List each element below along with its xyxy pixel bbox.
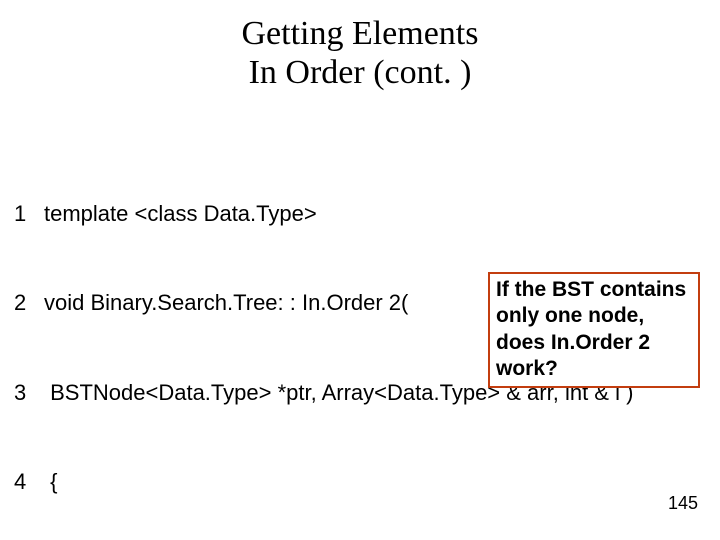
title-line-2: In Order (cont. ) (0, 53, 720, 92)
line-number: 3 (14, 378, 44, 408)
line-number: 1 (14, 199, 44, 229)
code-text: { (44, 469, 57, 494)
slide: Getting Elements In Order (cont. ) 1temp… (0, 0, 720, 540)
title-line-1: Getting Elements (0, 14, 720, 53)
line-number: 4 (14, 467, 44, 497)
code-line: 4 { (14, 467, 633, 497)
callout-box: If the BST contains only one node, does … (488, 272, 700, 388)
code-text: void Binary.Search.Tree: : In.Order 2( (44, 290, 408, 315)
line-number: 2 (14, 288, 44, 318)
code-line: 1template <class Data.Type> (14, 199, 633, 229)
code-text: template <class Data.Type> (44, 201, 317, 226)
slide-title: Getting Elements In Order (cont. ) (0, 0, 720, 92)
page-number: 145 (668, 493, 698, 514)
